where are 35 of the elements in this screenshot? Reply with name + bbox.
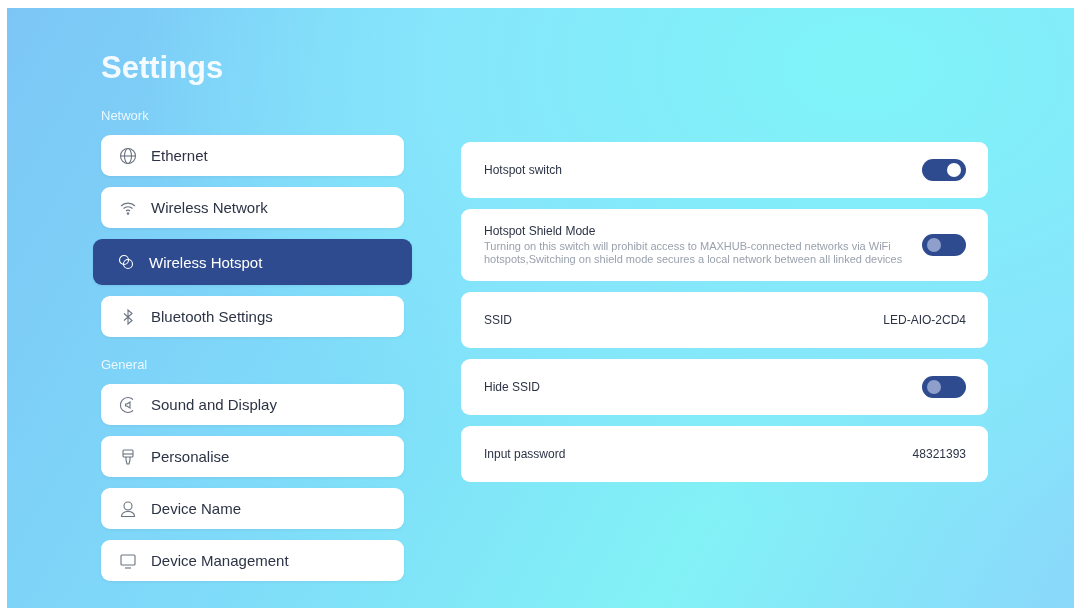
page-title: Settings [101, 50, 225, 86]
sidebar-item[interactable]: Bluetooth Settings [101, 296, 404, 337]
section-label: Network [101, 108, 150, 123]
toggle-switch[interactable] [922, 376, 966, 398]
row-value: 48321393 [912, 447, 966, 461]
row-label: SSID [484, 313, 512, 327]
sidebar-item-label: Personalise [151, 448, 230, 465]
sidebar-item-label: Wireless Network [151, 199, 268, 216]
sidebar-item[interactable]: Wireless Hotspot [93, 239, 412, 285]
row-label: Hotspot Shield Mode [484, 224, 597, 238]
sidebar-item[interactable]: Ethernet [101, 135, 404, 176]
person-icon [119, 499, 137, 518]
row-label: Hide SSID [484, 380, 541, 394]
globe-icon [119, 146, 137, 165]
sidebar-item-label: Device Management [151, 552, 289, 569]
row-label: Input password [484, 447, 566, 461]
sidebar-item-label: Sound and Display [151, 396, 277, 413]
row-value: LED-AIO-2CD4 [883, 313, 966, 327]
monitor-icon [119, 551, 137, 570]
sidebar-item-label: Bluetooth Settings [151, 308, 273, 325]
linked-circles-icon [117, 253, 135, 271]
row-label: Hotspot switch [484, 163, 563, 177]
toggle-switch[interactable] [922, 159, 966, 181]
sidebar-item[interactable]: Personalise [101, 436, 404, 477]
row-description: Turning on this switch will prohibit access to MAXHUB-connected networks via WiFi hotspots,Switching on shield mode secures a local network between all linked devices [484, 240, 904, 266]
toggle-switch[interactable] [922, 234, 966, 256]
sidebar-item-label: Ethernet [151, 147, 208, 164]
section-label: General [101, 357, 149, 372]
sidebar-item-label: Wireless Hotspot [149, 253, 263, 271]
sidebar-item[interactable]: Sound and Display [101, 384, 404, 425]
sidebar-item-label: Device Name [151, 500, 242, 517]
sidebar-item[interactable]: Wireless Network [101, 187, 404, 228]
sidebar-item[interactable]: Device Name [101, 488, 404, 529]
sidebar-item[interactable]: Device Management [101, 540, 404, 581]
brush-icon [119, 447, 137, 466]
